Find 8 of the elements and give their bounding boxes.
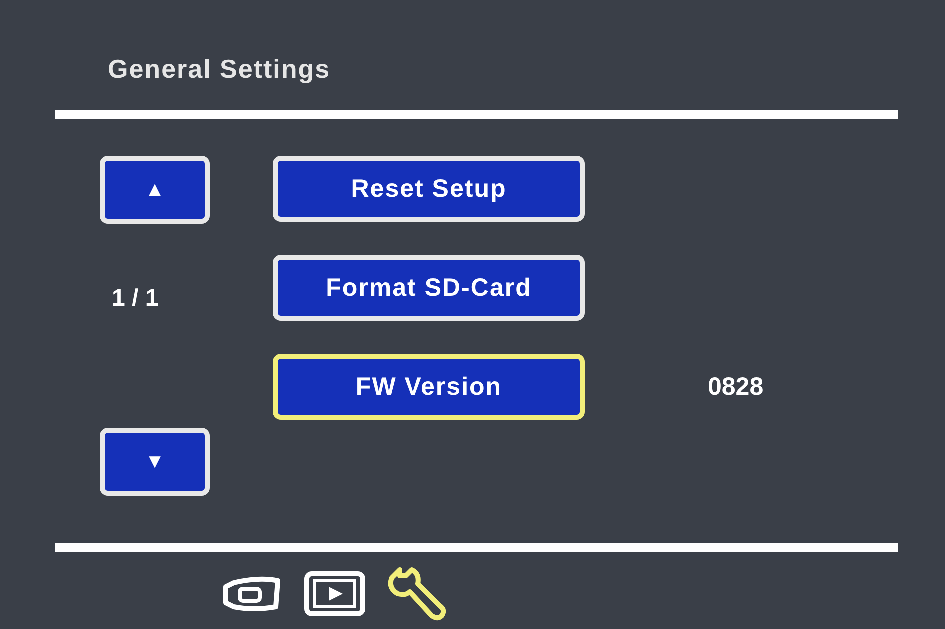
scroll-up-button[interactable]: ▲: [100, 156, 210, 224]
menu-item-button[interactable]: FW Version: [273, 354, 585, 420]
scroll-down-button[interactable]: ▼: [100, 428, 210, 496]
menu-item-button[interactable]: Format SD-Card: [273, 255, 585, 321]
setting-value: 0828: [708, 372, 764, 402]
screen-title: General Settings: [108, 53, 332, 86]
menu-item-button[interactable]: Reset Setup: [273, 156, 585, 222]
page-indicator: 1 / 1: [112, 284, 160, 314]
